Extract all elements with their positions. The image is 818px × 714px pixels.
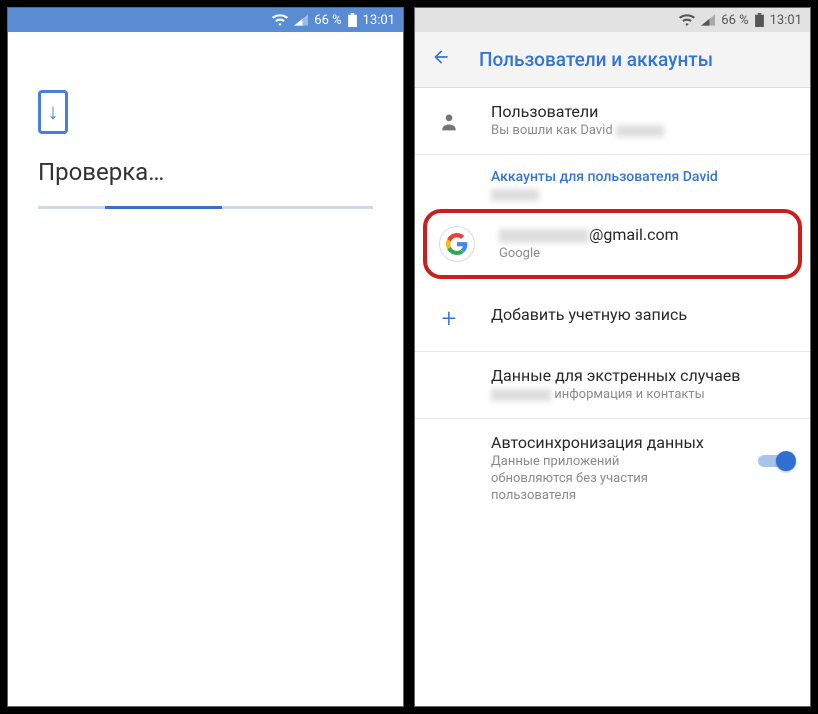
account-provider: Google [499,246,786,263]
spacer-icon [431,435,467,471]
redacted-text [499,229,589,243]
plus-icon: + [431,301,467,337]
phone-left: 66 % 13:01 Проверка… [7,7,404,707]
clock: 13:01 [770,13,802,28]
signal-icon [294,14,308,26]
clock: 13:01 [363,13,395,28]
emergency-subtitle: информация и контакты [491,387,794,404]
users-subtitle: Вы вошли как David [491,123,794,140]
highlighted-account: @gmail.com Google [423,209,802,279]
verification-screen: Проверка… [8,32,403,209]
verification-title: Проверка… [38,158,373,186]
status-bar: 66 % 13:01 [415,8,810,32]
redacted-text [491,389,551,401]
redacted-text [491,189,539,201]
spacer-icon [431,368,467,404]
accounts-section-header: Аккаунты для пользователя David [415,155,810,203]
add-account-label: Добавить учетную запись [491,299,794,324]
back-button[interactable] [431,47,451,73]
progress-indicator [38,206,373,209]
page-title: Пользователи и аккаунты [479,48,713,71]
emergency-title: Данные для экстренных случаев [491,366,794,385]
wifi-icon [679,14,695,26]
download-phone-icon [38,90,68,134]
wifi-icon [272,14,288,26]
users-title: Пользователи [491,102,794,121]
list-item-emergency[interactable]: Данные для экстренных случаев информация… [415,352,810,419]
app-bar: Пользователи и аккаунты [415,32,810,88]
person-icon [431,104,467,140]
battery-icon [755,13,764,27]
autosync-subtitle: Данные приложений обновляются без участи… [491,454,701,505]
list-item-google-account[interactable]: @gmail.com Google [427,213,798,275]
signal-icon [701,14,715,26]
redacted-text [616,125,664,137]
list-item-autosync: Автосинхронизация данных Данные приложен… [415,419,810,519]
google-logo-icon [439,226,475,262]
battery-percentage: 66 % [721,13,748,28]
list-item-add-account[interactable]: + Добавить учетную запись [415,285,810,352]
progress-bar-fill [105,206,222,209]
autosync-title: Автосинхронизация данных [491,433,734,452]
battery-percentage: 66 % [314,13,341,28]
autosync-toggle[interactable] [758,451,794,471]
status-bar: 66 % 13:01 [8,8,403,32]
account-email: @gmail.com [499,225,786,244]
settings-list: Пользователи Вы вошли как David Аккаунты… [415,88,810,706]
phone-right: 66 % 13:01 Пользователи и аккаунты Польз… [414,7,811,707]
list-item-users[interactable]: Пользователи Вы вошли как David [415,88,810,155]
battery-icon [348,13,357,27]
